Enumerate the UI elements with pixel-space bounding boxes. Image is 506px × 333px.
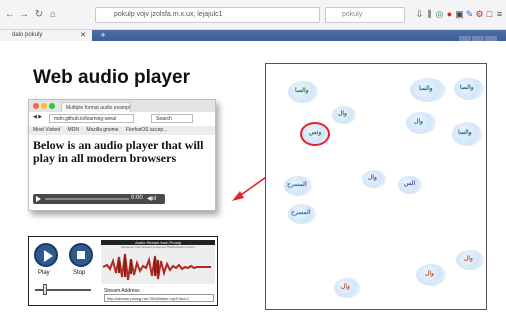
url-text: pokulp vojv jzolsfa.m.x.ux; lejajulc1 xyxy=(114,11,223,18)
tag-cluster: المسرح xyxy=(288,204,316,224)
tab-active[interactable]: dalo pokuly ✕ xyxy=(0,30,92,41)
url-bar[interactable]: pokulp vojv jzolsfa.m.x.ux; lejajulc1 xyxy=(95,7,320,23)
home-icon[interactable]: ⌂ xyxy=(47,9,59,21)
close-icon[interactable]: ✕ xyxy=(80,31,86,39)
tag-cloud-map: والسا وتس وال والسا والسا وال المسرح الم… xyxy=(265,63,487,310)
tag-cluster: وال xyxy=(416,264,446,286)
tag-cluster: وال xyxy=(332,106,356,124)
tab-title: dalo pokuly xyxy=(12,32,43,38)
tag-cluster: الس xyxy=(398,176,422,194)
forward-icon[interactable]: → xyxy=(18,9,30,21)
new-tab-button[interactable]: + xyxy=(96,30,110,41)
tag-cluster: والسا xyxy=(452,122,482,146)
menu-icon[interactable]: ≡ xyxy=(494,9,505,20)
tag-cluster: والسا xyxy=(454,78,484,100)
tab-strip: dalo pokuly ✕ + xyxy=(0,30,506,44)
tag-cluster: وال xyxy=(362,170,386,188)
tag-cluster: وال xyxy=(334,278,360,298)
highlight-circle xyxy=(300,122,330,146)
back-icon[interactable]: ← xyxy=(4,9,16,21)
tag-cluster: المسرح xyxy=(284,176,312,196)
navigation-toolbar: ← → ↻ ⌂ pokulp vojv jzolsfa.m.x.ux; leja… xyxy=(0,0,506,30)
browser-chrome: ← → ↻ ⌂ pokulp vojv jzolsfa.m.x.ux; leja… xyxy=(0,0,506,44)
tag-cluster: وال xyxy=(456,250,484,270)
search-input[interactable]: pokuly xyxy=(325,7,405,23)
tag-cluster: والسا xyxy=(410,78,446,102)
window-controls xyxy=(458,31,498,44)
tag-cluster: وال xyxy=(406,112,436,134)
reload-icon[interactable]: ↻ xyxy=(33,9,45,21)
search-placeholder: pokuly xyxy=(342,11,363,18)
tag-cluster: والسا xyxy=(288,81,318,103)
slide-content: Web audio player Multiple format audio e… xyxy=(0,41,506,333)
